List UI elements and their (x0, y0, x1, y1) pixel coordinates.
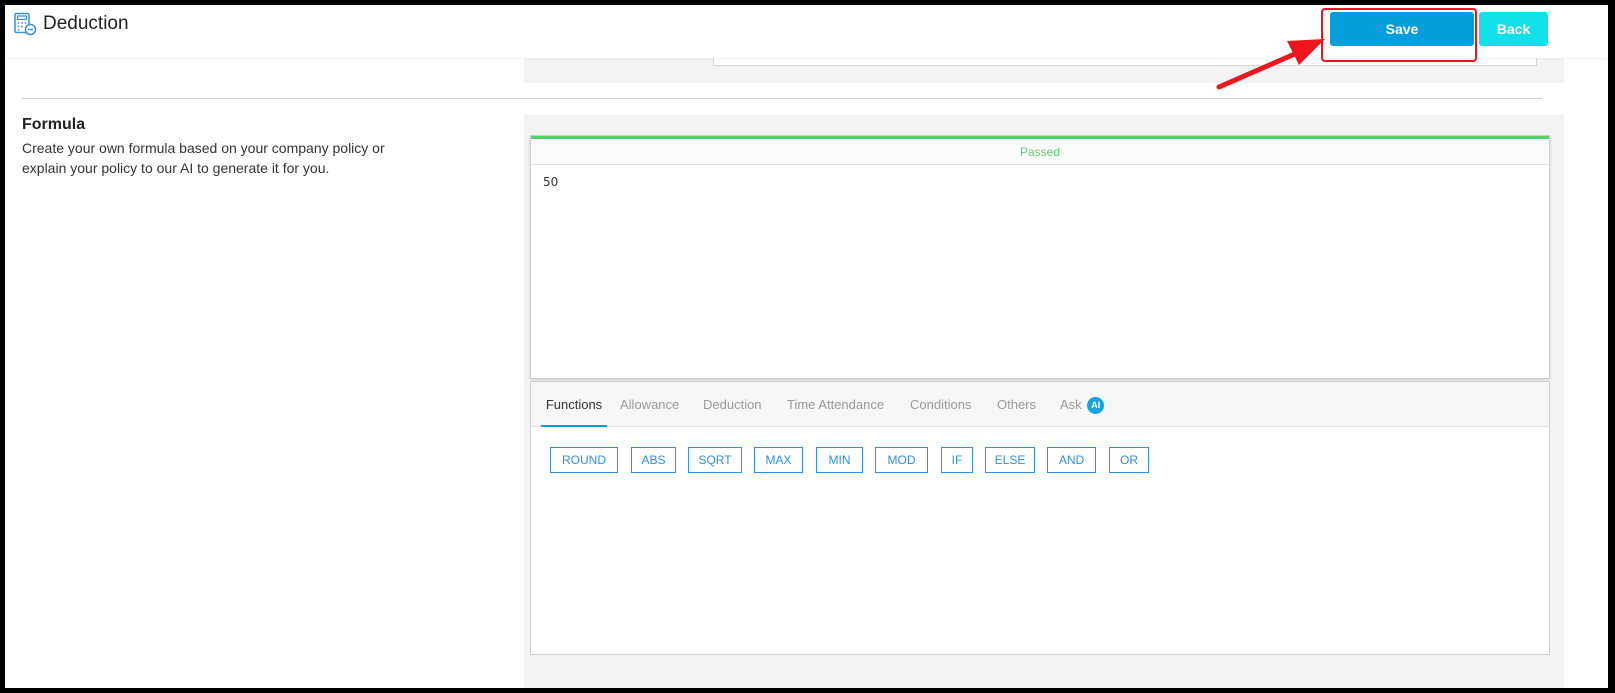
tab-label: Conditions (910, 397, 972, 412)
function-mod-button[interactable]: MOD (875, 447, 928, 473)
formula-editor-content[interactable]: 50 (531, 165, 1549, 199)
formula-panel: Passed 50 Functions Allowance Deduction … (524, 115, 1564, 688)
description-line: Create your own formula based on your co… (22, 140, 385, 156)
page-title: Deduction (43, 13, 129, 34)
tab-bar: Functions Allowance Deduction Time Atten… (531, 382, 1549, 427)
formula-section-description: Create your own formula based on your co… (22, 138, 412, 178)
formula-editor[interactable]: Passed 50 (530, 135, 1550, 379)
tab-ask-ai[interactable]: Ask AI (1060, 382, 1105, 427)
function-else-button[interactable]: ELSE (985, 447, 1035, 473)
description-line: explain your policy to our AI to generat… (22, 160, 330, 176)
tab-time-attendance[interactable]: Time Attendance (787, 382, 884, 427)
tab-functions[interactable]: Functions (541, 382, 607, 427)
upper-field-panel (524, 54, 1564, 83)
tab-label: Deduction (703, 397, 762, 412)
function-min-button[interactable]: MIN (816, 447, 863, 473)
section-divider (22, 98, 1542, 99)
save-button[interactable]: Save (1330, 12, 1474, 46)
formula-section-title: Formula (22, 116, 86, 133)
tab-label: Functions (545, 397, 603, 412)
tab-label: Allowance (620, 397, 680, 412)
tab-allowance[interactable]: Allowance (620, 382, 679, 427)
tab-label: Others (997, 397, 1037, 412)
calculator-minus-icon (14, 12, 37, 36)
function-round-button[interactable]: ROUND (550, 447, 618, 473)
function-max-button[interactable]: MAX (754, 447, 803, 473)
app-window: Deduction Save Back Formula Create your … (5, 5, 1608, 688)
back-button[interactable]: Back (1479, 12, 1548, 46)
tab-others[interactable]: Others (997, 382, 1036, 427)
function-if-button[interactable]: IF (941, 447, 973, 473)
tab-label: Time Attendance (787, 397, 885, 412)
ai-badge-icon: AI (1087, 397, 1105, 415)
tab-conditions[interactable]: Conditions (910, 382, 971, 427)
tab-label: Ask (1060, 397, 1082, 412)
function-sqrt-button[interactable]: SQRT (688, 447, 742, 473)
function-or-button[interactable]: OR (1109, 447, 1149, 473)
page-header: Deduction Save Back (5, 5, 1608, 58)
red-arrow-annotation (1216, 39, 1325, 90)
tab-deduction[interactable]: Deduction (703, 382, 762, 427)
function-and-button[interactable]: AND (1047, 447, 1096, 473)
formula-status-bar: Passed (531, 136, 1549, 165)
function-abs-button[interactable]: ABS (631, 447, 676, 473)
formula-helper-tabs: Functions Allowance Deduction Time Atten… (530, 381, 1550, 655)
